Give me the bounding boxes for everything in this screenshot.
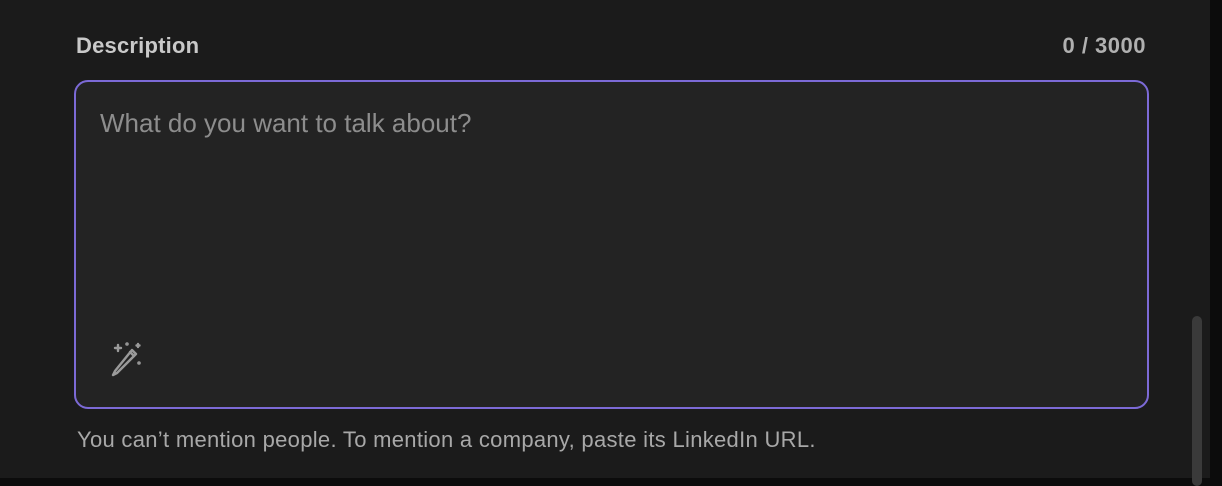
helper-text: You can’t mention people. To mention a c… — [77, 427, 816, 452]
description-textarea[interactable] — [100, 108, 1120, 308]
ai-assist-button[interactable] — [104, 338, 146, 380]
description-label: Description — [76, 33, 200, 58]
description-panel: Description 0 / 3000 You can’t mention p… — [0, 0, 1210, 478]
page-edge — [1210, 0, 1222, 478]
description-textarea-container — [74, 80, 1149, 409]
scrollbar-thumb[interactable] — [1192, 316, 1202, 486]
character-counter: 0 / 3000 — [1062, 33, 1146, 58]
magic-wand-pencil-icon — [111, 342, 141, 377]
field-header: Description 0 / 3000 — [76, 30, 1146, 62]
